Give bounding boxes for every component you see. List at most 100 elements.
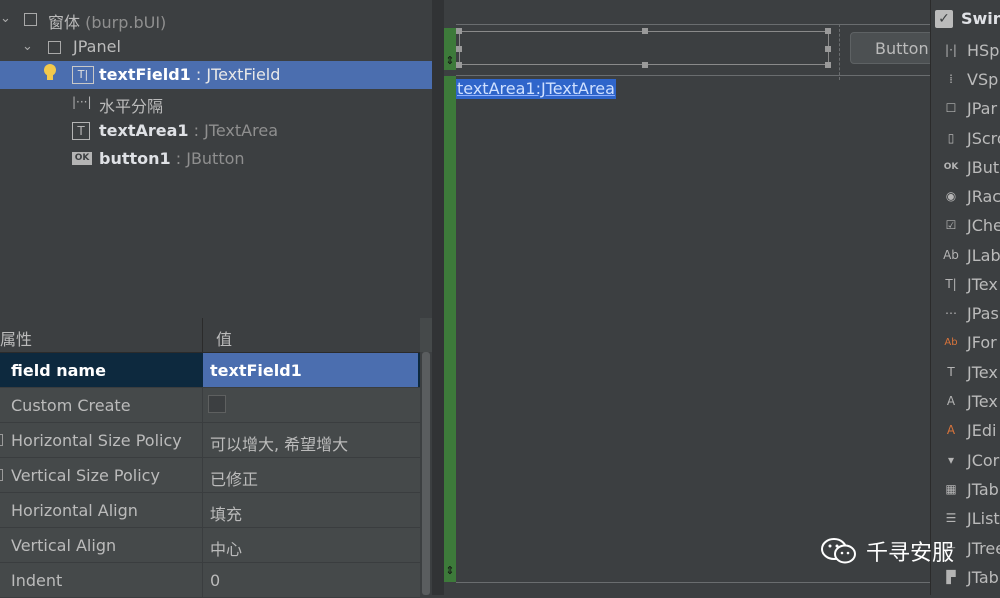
tree-item-form[interactable]: ⌄ 窗体 (burp.bUI) — [0, 5, 432, 33]
button1-component[interactable]: Button — [850, 32, 940, 64]
watermark: 千寻安服 — [820, 535, 954, 567]
tree-item-label: JPanel — [73, 37, 121, 56]
tree-item-textarea1[interactable]: T textArea1 : JTextArea — [0, 117, 432, 145]
palette-item-vspacer[interactable]: ⁞ VSp — [941, 68, 998, 90]
tree-item-label: 窗体 (burp.bUI) — [48, 13, 167, 32]
property-row-indent[interactable]: Indent 0 — [0, 563, 420, 598]
panel-border — [456, 24, 930, 25]
property-row-field-name[interactable]: field name textField1 — [0, 353, 420, 388]
textfield-icon: T| — [72, 66, 94, 84]
hspacer-icon: |·| — [945, 43, 957, 57]
property-key: field name — [11, 361, 106, 380]
hspacer-icon: |···| — [72, 95, 92, 109]
property-value[interactable]: 已修正 — [210, 466, 258, 490]
palette-item-jlist[interactable]: ☰ JList — [941, 507, 1000, 529]
property-row-hsize-policy[interactable]: Horizontal Size Policy 可以增大, 希望增大 — [0, 423, 420, 458]
property-key: Vertical Size Policy — [11, 466, 160, 485]
header-value: 值 — [216, 330, 233, 349]
design-canvas[interactable]: ⇕ ⇕ textArea1:JTextArea Button — [444, 0, 940, 595]
tree-item-label: 水平分隔 — [99, 97, 164, 116]
property-key: Horizontal Align — [11, 501, 138, 520]
scrollbar-thumb[interactable] — [422, 352, 430, 595]
grid-divider — [839, 24, 840, 80]
tree-item-button1[interactable]: OK button1 : JButton — [0, 145, 432, 173]
property-scrollbar[interactable] — [420, 352, 432, 595]
textarea1-component[interactable]: textArea1:JTextArea — [456, 79, 616, 99]
jtextpane-icon: A — [946, 394, 956, 408]
property-row-horizontal-align[interactable]: Horizontal Align 填充 — [0, 493, 420, 528]
property-row-custom-create[interactable]: Custom Create — [0, 388, 420, 423]
property-value[interactable]: textField1 — [210, 361, 302, 380]
chevron-down-icon[interactable]: ⌄ — [22, 40, 34, 53]
row-gutter[interactable]: ⇕ — [444, 76, 456, 582]
resize-handle[interactable] — [456, 62, 462, 68]
property-value[interactable]: 中心 — [210, 536, 242, 560]
palette-item-jpasswordfield[interactable]: ⋯ JPas — [941, 302, 999, 324]
watermark-text: 千寻安服 — [866, 541, 955, 566]
expand-icon[interactable] — [0, 469, 3, 481]
jbutton-icon: OK — [72, 152, 92, 165]
custom-create-checkbox[interactable] — [208, 395, 226, 413]
resize-handle[interactable] — [456, 28, 462, 34]
resize-handle[interactable] — [825, 46, 831, 52]
property-value[interactable]: 填充 — [210, 501, 242, 525]
palette-item-jtextfield[interactable]: T| JTex — [941, 273, 998, 295]
resize-handle[interactable] — [642, 62, 648, 68]
palette-item-jbutton[interactable]: OK JBut — [941, 156, 999, 178]
jtabbedpane-icon: ▛ — [946, 570, 956, 584]
vspacer-icon: ⁞ — [949, 72, 953, 86]
palette-item-hspacer[interactable]: |·| HSp — [941, 39, 999, 61]
resize-handle[interactable] — [456, 46, 462, 52]
checkbox-icon — [48, 41, 61, 54]
property-key: Horizontal Size Policy — [11, 431, 182, 450]
property-table-header: 属性 值 — [0, 318, 420, 353]
palette-item-jtextarea[interactable]: T JTex — [941, 361, 997, 383]
jradiobutton-icon: ◉ — [945, 189, 957, 203]
property-value[interactable]: 可以增大, 希望增大 — [210, 431, 348, 455]
property-row-vertical-align[interactable]: Vertical Align 中心 — [0, 528, 420, 563]
resize-vertical-icon[interactable]: ⇕ — [445, 54, 455, 68]
jeditorpane-icon: A — [946, 423, 956, 437]
jtextarea-icon: T — [947, 365, 955, 379]
lightbulb-icon[interactable] — [42, 63, 58, 83]
property-row-vsize-policy[interactable]: Vertical Size Policy 已修正 — [0, 458, 420, 493]
palette-item-jformattedtextfield[interactable]: Ab JFor — [941, 331, 996, 353]
resize-vertical-icon[interactable]: ⇕ — [445, 564, 455, 578]
palette-item-jscrollpane[interactable]: ▯JScro — [941, 127, 1000, 149]
palette-item-jcombobox[interactable]: ▾ JCor — [941, 449, 999, 471]
panel-border — [456, 582, 930, 583]
palette-item-jradiobutton[interactable]: ◉ JRac — [941, 185, 1000, 207]
expand-icon[interactable] — [0, 434, 3, 446]
jlist-icon: ☰ — [945, 511, 957, 525]
chevron-down-icon[interactable]: ⌄ — [0, 12, 12, 25]
palette-item-jlabel[interactable]: Ab JLab — [941, 244, 1000, 266]
jpasswordfield-icon: ⋯ — [945, 306, 957, 320]
property-value[interactable]: 0 — [210, 571, 220, 590]
palette-item-jtextpane[interactable]: A JTex — [941, 390, 998, 412]
header-property: 属性 — [0, 330, 33, 349]
row-gutter[interactable]: ⇕ — [444, 28, 456, 70]
jformattedtextfield-icon: Ab — [944, 336, 958, 348]
palette-item-jtable[interactable]: ▦ JTab — [941, 478, 998, 500]
resize-handle[interactable] — [642, 28, 648, 34]
resize-handle[interactable] — [825, 28, 831, 34]
tree-item-jpanel[interactable]: ⌄ JPanel — [0, 33, 432, 61]
tree-item-textfield1[interactable]: T| textField1 : JTextField — [0, 61, 432, 89]
check-icon: ✓ — [935, 9, 953, 28]
property-key: Custom Create — [11, 396, 131, 415]
resize-handle[interactable] — [825, 62, 831, 68]
palette-item-jpanel[interactable]: ☐ JPar — [941, 97, 997, 119]
tree-item-label: textField1 : JTextField — [99, 65, 281, 84]
jcheckbox-icon: ☑ — [945, 218, 957, 232]
textfield1-component[interactable] — [456, 28, 831, 68]
wechat-logo-icon — [820, 537, 858, 565]
component-tree: ⌄ 窗体 (burp.bUI) ⌄ JPanel T| textField1 :… — [0, 0, 432, 318]
palette-group-swing[interactable]: ✓ Swin — [935, 9, 1000, 28]
panel-splitter[interactable] — [432, 0, 444, 595]
tree-item-label: button1 : JButton — [99, 149, 245, 168]
palette-item-jtabbedpane[interactable]: ▛ JTab — [941, 566, 998, 588]
panel-border — [456, 75, 930, 76]
palette-item-jeditorpane[interactable]: A JEdi — [941, 419, 997, 441]
tree-item-hspacer[interactable]: |···| 水平分隔 — [0, 89, 432, 117]
palette-item-jcheckbox[interactable]: ☑ JChe — [941, 214, 1000, 236]
